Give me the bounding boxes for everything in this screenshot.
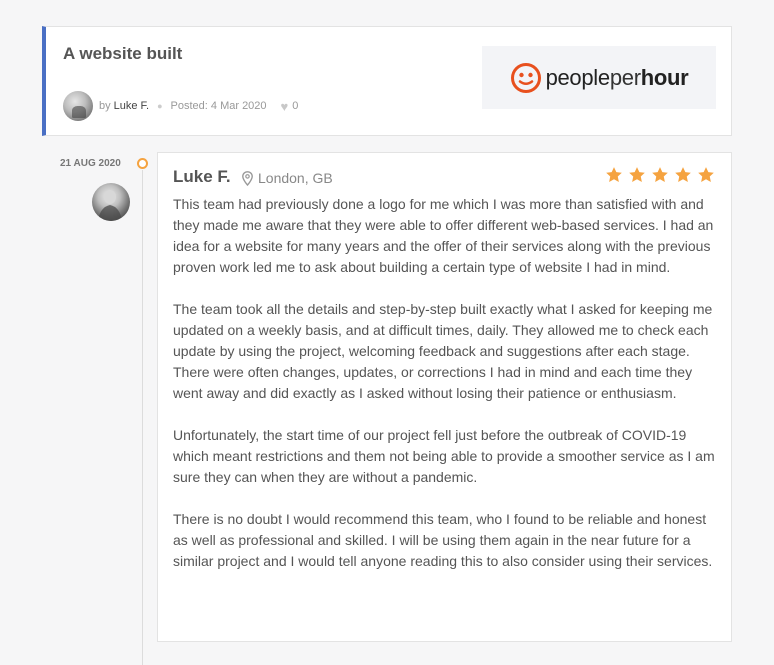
project-header-card: A website built by Luke F. ● Posted: 4 M… [42, 26, 732, 136]
peopleperhour-logo[interactable]: peopleperhour [482, 46, 716, 109]
star-icon [629, 167, 645, 182]
project-meta: by Luke F. ● Posted: 4 Mar 2020 ♥ 0 [63, 91, 298, 121]
timeline-line [142, 170, 143, 665]
posted-date: Posted: 4 Mar 2020 [170, 100, 267, 112]
author-link[interactable]: Luke F. [114, 100, 149, 112]
review-paragraph: This team had previously done a logo for… [173, 196, 714, 275]
star-rating [600, 166, 715, 184]
author-avatar[interactable] [63, 91, 93, 121]
star-icon [652, 167, 668, 182]
star-icon [606, 167, 622, 182]
reviewer-avatar[interactable] [92, 183, 130, 221]
review-date: 21 AUG 2020 [60, 158, 121, 169]
reviewer-location: London, GB [242, 170, 333, 186]
like-count: 0 [292, 100, 299, 112]
review-paragraph: There is no doubt I would recommend this… [173, 511, 713, 569]
review-paragraph: Unfortunately, the start time of our pro… [173, 427, 715, 485]
review-paragraph: The team took all the details and step-b… [173, 301, 713, 401]
star-icon [675, 167, 691, 182]
heart-icon[interactable]: ♥ [281, 99, 289, 114]
separator-dot: ● [157, 101, 163, 111]
review-text: This team had previously done a logo for… [173, 194, 721, 593]
location-pin-icon [242, 170, 253, 186]
reviewer-name[interactable]: Luke F. [173, 167, 231, 187]
pph-face-icon [510, 62, 541, 93]
star-icon [698, 167, 714, 182]
review-card: Luke F. London, GB This team had previou… [157, 152, 732, 642]
location-text: London, GB [258, 170, 333, 186]
by-label: by [99, 100, 111, 112]
logo-wordmark: peopleperhour [545, 64, 689, 90]
timeline-dot [137, 158, 148, 169]
project-title: A website built [63, 44, 183, 63]
